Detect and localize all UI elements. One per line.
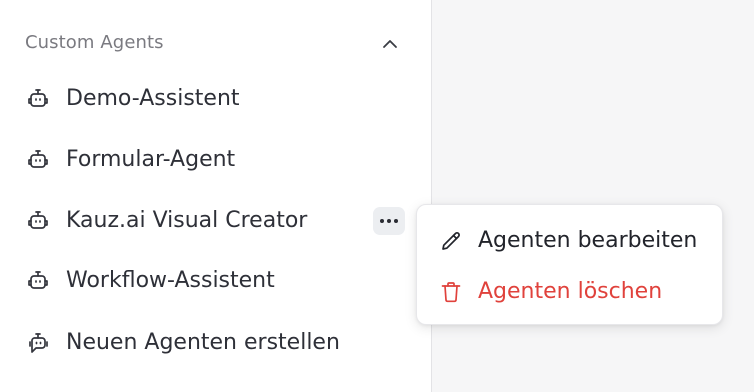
sidebar: Custom Agents Demo-Assistent Formular-Ag… <box>0 0 432 392</box>
custom-agents-section-header[interactable]: Custom Agents <box>0 22 431 64</box>
agent-item-demo-assistent[interactable]: Demo-Assistent <box>14 75 414 123</box>
pencil-icon <box>442 232 460 250</box>
robot-icon <box>28 211 48 229</box>
agent-item-label: Neuen Agenten erstellen <box>66 330 340 355</box>
agent-item-label: Demo-Assistent <box>66 86 240 111</box>
trash-icon <box>441 282 461 303</box>
section-title: Custom Agents <box>25 32 164 53</box>
menu-item-label: Agenten bearbeiten <box>478 228 698 253</box>
agent-context-menu: Agenten bearbeiten Agenten löschen <box>416 204 723 325</box>
main-content-area <box>432 0 754 392</box>
agent-item-workflow-assistent[interactable]: Workflow-Assistent <box>14 257 414 305</box>
robot-icon <box>28 271 48 289</box>
robot-icon <box>28 150 48 168</box>
delete-agent-menu-item[interactable]: Agenten löschen <box>425 268 714 316</box>
more-horizontal-icon <box>380 219 398 223</box>
agent-item-kauz-visual-creator[interactable]: Kauz.ai Visual Creator <box>14 197 414 245</box>
more-options-button[interactable] <box>373 207 405 235</box>
collapse-section-button[interactable] <box>376 30 404 58</box>
agent-item-label: Kauz.ai Visual Creator <box>66 208 308 233</box>
agent-item-formular-agent[interactable]: Formular-Agent <box>14 136 414 184</box>
robot-chat-icon <box>29 333 48 353</box>
create-new-agent-item[interactable]: Neuen Agenten erstellen <box>14 319 414 367</box>
agent-item-label: Formular-Agent <box>66 147 236 172</box>
menu-item-label: Agenten löschen <box>478 279 663 304</box>
robot-icon <box>28 89 48 107</box>
edit-agent-menu-item[interactable]: Agenten bearbeiten <box>425 217 714 265</box>
chevron-up-icon <box>383 40 397 48</box>
agent-item-label: Workflow-Assistent <box>66 268 275 293</box>
